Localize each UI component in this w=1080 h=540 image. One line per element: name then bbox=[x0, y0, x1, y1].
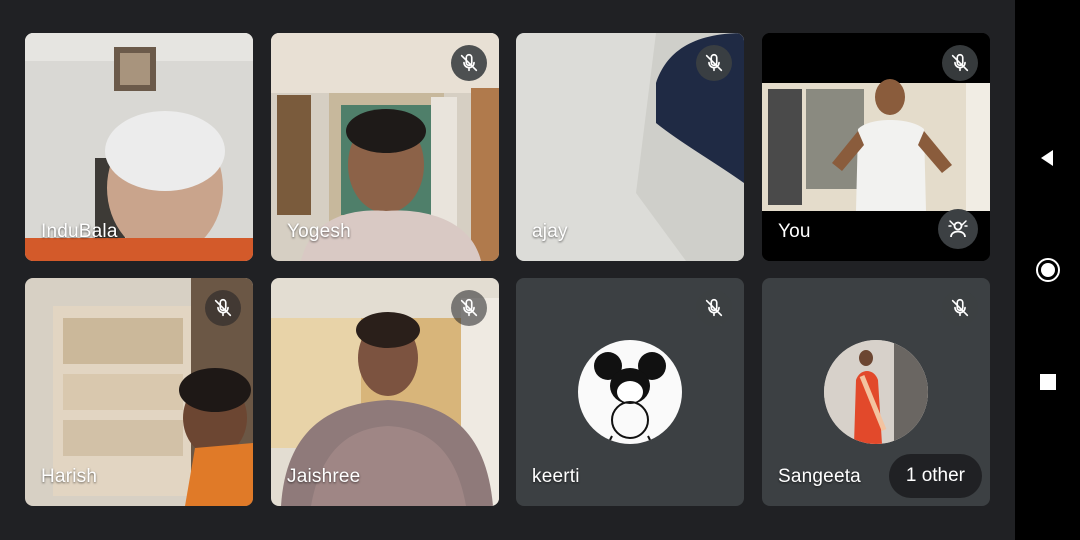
back-triangle-icon bbox=[1040, 150, 1053, 166]
others-count-button[interactable]: 1 other bbox=[888, 454, 982, 498]
recents-square-icon bbox=[1039, 374, 1056, 390]
participant-name: Sangeeta bbox=[778, 466, 861, 487]
participant-name: keerti bbox=[532, 466, 580, 487]
mic-off-icon bbox=[942, 45, 978, 81]
participant-tile-yogesh[interactable]: Yogesh bbox=[271, 33, 499, 261]
participant-tile-indubala[interactable]: InduBala bbox=[25, 33, 253, 261]
mic-off-icon bbox=[205, 290, 241, 326]
mic-off-icon bbox=[696, 45, 732, 81]
visual-effects-button[interactable] bbox=[938, 209, 978, 249]
avatar bbox=[578, 340, 682, 444]
participant-name: InduBala bbox=[41, 221, 118, 242]
participant-tile-keerti[interactable]: keerti bbox=[516, 278, 744, 506]
participant-name: ajay bbox=[532, 221, 568, 242]
home-button[interactable] bbox=[1015, 240, 1080, 300]
avatar bbox=[824, 340, 928, 444]
visual-effects-icon bbox=[948, 220, 968, 238]
participant-name: Jaishree bbox=[287, 466, 361, 487]
mic-off-icon bbox=[451, 290, 487, 326]
participant-tile-harish[interactable]: Harish bbox=[25, 278, 253, 506]
back-button[interactable] bbox=[1015, 128, 1080, 188]
participant-name: Harish bbox=[41, 466, 98, 487]
participant-tile-sangeeta[interactable]: Sangeeta 1 other bbox=[762, 278, 990, 506]
participant-tile-ajay[interactable]: ajay bbox=[516, 33, 744, 261]
mic-off-icon bbox=[696, 290, 732, 326]
mic-off-icon bbox=[451, 45, 487, 81]
participant-tile-you[interactable]: You bbox=[762, 33, 990, 261]
recents-button[interactable] bbox=[1015, 352, 1080, 412]
participant-name: You bbox=[778, 221, 811, 242]
participant-name: Yogesh bbox=[287, 221, 351, 242]
system-navigation-bar bbox=[1015, 0, 1080, 540]
participant-tile-jaishree[interactable]: Jaishree bbox=[271, 278, 499, 506]
mic-off-icon bbox=[942, 290, 978, 326]
home-circle-icon bbox=[1035, 258, 1060, 282]
